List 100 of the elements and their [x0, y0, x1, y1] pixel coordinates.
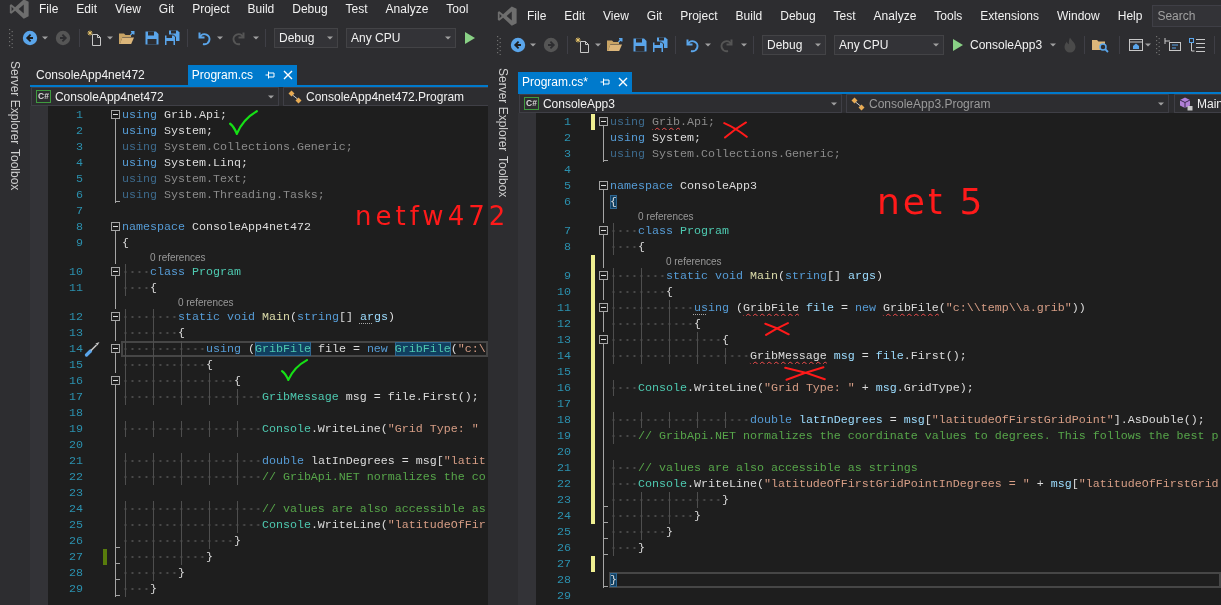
type-dropdown[interactable]: ConsoleApp3.Program [846, 94, 1169, 113]
caret-icon[interactable] [530, 43, 536, 47]
close-icon[interactable] [283, 70, 294, 80]
menu-item[interactable]: Extensions [971, 7, 1049, 24]
collapse-icon[interactable] [111, 110, 120, 123]
box-lines-icon[interactable] [1164, 37, 1183, 53]
menu-item[interactable]: Window [1048, 7, 1109, 24]
collapse-icon[interactable] [599, 181, 608, 194]
menu-item[interactable]: Debug [771, 7, 825, 24]
caret-icon[interactable] [1145, 43, 1152, 47]
undo-icon[interactable] [684, 37, 700, 53]
line-number: 1 [564, 114, 571, 130]
caret-icon[interactable] [217, 36, 223, 40]
code-line: GribMessage msg = file.First(); [122, 389, 479, 405]
back-icon[interactable] [22, 30, 38, 46]
pin-icon[interactable] [265, 70, 276, 80]
collapse-icon[interactable] [599, 226, 608, 239]
menu-item[interactable]: Edit [67, 0, 107, 17]
open-folder-icon[interactable] [606, 37, 624, 53]
collapse-icon[interactable] [599, 335, 608, 348]
code-line: using System.Collections.Generic; [122, 139, 353, 155]
collapse-icon[interactable] [111, 267, 120, 280]
collapse-icon[interactable] [111, 344, 120, 357]
menu-item[interactable]: Git [637, 7, 672, 24]
collapse-icon[interactable] [111, 222, 120, 235]
collapse-icon[interactable] [111, 376, 120, 389]
menu-item[interactable]: Git [149, 0, 184, 17]
open-folder-icon[interactable] [118, 30, 136, 46]
caret-icon[interactable] [253, 36, 259, 40]
collapse-icon[interactable] [599, 117, 608, 130]
side-tab[interactable]: Server Explorer [496, 68, 510, 152]
menu-item[interactable]: Test [824, 7, 865, 24]
grip-icon[interactable] [497, 35, 501, 55]
menu-item[interactable]: Edit [555, 7, 595, 24]
code-line: { [610, 316, 701, 332]
collapse-icon[interactable] [599, 303, 608, 316]
save-all-icon[interactable] [164, 30, 180, 46]
pin-icon[interactable] [600, 77, 611, 87]
menu-item[interactable]: Project [671, 7, 727, 24]
window-icon[interactable] [1128, 37, 1145, 53]
menu-item[interactable]: Test [336, 0, 377, 17]
new-file-icon[interactable] [87, 30, 103, 46]
platform-dropdown[interactable]: Any CPU [834, 35, 944, 55]
menu-item[interactable]: Tools [925, 7, 972, 24]
list-icon[interactable] [1188, 37, 1207, 53]
screwdriver-icon[interactable] [84, 341, 100, 357]
undo-icon[interactable] [196, 30, 212, 46]
menu-item[interactable]: Build [726, 7, 772, 24]
caret-icon[interactable] [1050, 43, 1057, 47]
references-link[interactable]: 0 references [665, 256, 722, 267]
line-number: 21 [557, 460, 571, 476]
menu-item[interactable]: Build [238, 0, 284, 17]
caret-icon[interactable] [595, 43, 601, 47]
document-tab[interactable]: ConsoleApp4net472 [30, 65, 185, 85]
platform-dropdown[interactable]: Any CPU [346, 28, 456, 48]
save-all-icon[interactable] [652, 37, 668, 53]
references-link[interactable]: 0 references [177, 297, 234, 308]
menu-item[interactable]: Tool [437, 0, 469, 17]
menu-item[interactable]: Help [1108, 7, 1143, 24]
references-link[interactable]: 0 references [149, 252, 206, 263]
menu-item[interactable]: File [518, 7, 556, 24]
document-tab[interactable]: Program.cs* [518, 72, 633, 92]
menu-item[interactable]: View [594, 7, 638, 24]
menu-item[interactable]: View [106, 0, 150, 17]
menu-item[interactable]: Debug [283, 0, 337, 17]
line-number: 1 [76, 107, 83, 123]
caret-icon[interactable] [705, 43, 711, 47]
caret-icon[interactable] [741, 43, 747, 47]
folder-search-icon[interactable] [1091, 37, 1110, 53]
start-button[interactable]: ConsoleApp3 [952, 38, 1043, 52]
line-number: 15 [557, 364, 571, 380]
collapse-icon[interactable] [111, 312, 120, 325]
project-dropdown[interactable]: C# ConsoleApp3 [519, 94, 842, 113]
back-icon[interactable] [510, 37, 526, 53]
side-tab[interactable]: Toolbox [8, 149, 22, 191]
document-tab[interactable]: Program.cs [187, 65, 298, 85]
menu-item[interactable]: Project [183, 0, 239, 17]
play-icon[interactable] [464, 31, 476, 45]
collapse-icon[interactable] [599, 271, 608, 284]
search-field[interactable]: Search [1152, 4, 1221, 27]
side-tab[interactable]: Toolbox [496, 156, 510, 198]
new-file-icon[interactable] [575, 37, 591, 53]
code-line: { [122, 280, 157, 296]
grip-icon[interactable] [1156, 35, 1161, 55]
close-icon[interactable] [618, 77, 629, 87]
caret-icon[interactable] [107, 36, 113, 40]
type-dropdown[interactable]: ConsoleApp4net472.Program [283, 87, 488, 106]
menu-item[interactable]: File [30, 0, 68, 17]
line-number: 19 [69, 421, 83, 437]
configuration-dropdown[interactable]: Debug [274, 28, 338, 48]
save-icon[interactable] [632, 37, 648, 53]
menu-item[interactable]: Analyze [376, 0, 438, 17]
grip-icon[interactable] [9, 28, 13, 48]
caret-icon[interactable] [42, 36, 48, 40]
project-dropdown[interactable]: C# ConsoleApp4net472 [31, 87, 279, 106]
side-tab[interactable]: Server Explorer [8, 61, 22, 145]
configuration-dropdown[interactable]: Debug [762, 35, 826, 55]
save-icon[interactable] [144, 30, 160, 46]
references-link[interactable]: 0 references [637, 211, 694, 222]
menu-item[interactable]: Analyze [864, 7, 926, 24]
